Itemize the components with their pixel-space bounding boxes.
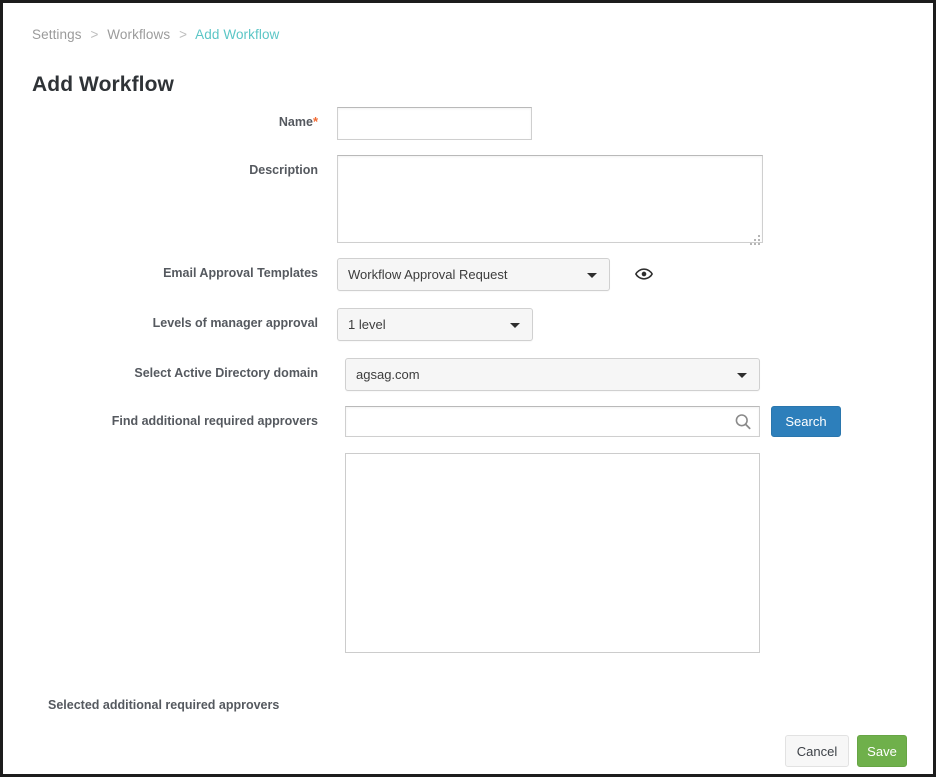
required-asterisk: * bbox=[313, 114, 318, 129]
email-approval-templates-label: Email Approval Templates bbox=[32, 258, 318, 281]
description-wrapper bbox=[337, 155, 763, 248]
breadcrumb: Settings > Workflows > Add Workflow bbox=[32, 27, 279, 42]
cancel-button[interactable]: Cancel bbox=[785, 735, 849, 767]
page-title: Add Workflow bbox=[32, 73, 174, 97]
active-directory-domain-value: agsag.com bbox=[356, 367, 420, 382]
description-textarea[interactable] bbox=[337, 155, 763, 243]
field-row-find-approvers: Find additional required approvers Searc… bbox=[32, 406, 862, 437]
field-row-levels-of-manager-approval: Levels of manager approval 1 level bbox=[32, 308, 592, 341]
name-label: Name* bbox=[32, 107, 318, 130]
find-approvers-input[interactable] bbox=[345, 406, 760, 437]
breadcrumb-item-settings[interactable]: Settings bbox=[32, 27, 82, 42]
levels-of-manager-approval-value: 1 level bbox=[348, 317, 386, 332]
field-row-description: Description bbox=[32, 155, 772, 248]
email-approval-templates-value: Workflow Approval Request bbox=[348, 267, 507, 282]
breadcrumb-item-add-workflow[interactable]: Add Workflow bbox=[195, 27, 279, 42]
name-label-text: Name bbox=[279, 115, 313, 129]
levels-of-manager-approval-select[interactable]: 1 level bbox=[337, 308, 533, 341]
chevron-down-icon bbox=[587, 273, 597, 278]
field-row-name: Name* bbox=[32, 107, 542, 140]
footer-actions: Cancel Save bbox=[785, 735, 907, 767]
field-row-email-approval-templates: Email Approval Templates Workflow Approv… bbox=[32, 258, 692, 291]
description-label: Description bbox=[32, 155, 318, 178]
active-directory-domain-label: Select Active Directory domain bbox=[32, 358, 318, 381]
preview-template-button[interactable] bbox=[635, 258, 653, 288]
chevron-down-icon bbox=[737, 373, 747, 378]
search-button[interactable]: Search bbox=[771, 406, 841, 437]
breadcrumb-separator: > bbox=[174, 27, 192, 42]
add-workflow-page: Settings > Workflows > Add Workflow Add … bbox=[0, 0, 936, 777]
field-row-active-directory-domain: Select Active Directory domain agsag.com bbox=[32, 358, 792, 391]
eye-icon bbox=[635, 265, 653, 283]
save-button[interactable]: Save bbox=[857, 735, 907, 767]
name-input[interactable] bbox=[337, 107, 532, 140]
search-input-wrapper bbox=[345, 406, 760, 437]
find-approvers-label: Find additional required approvers bbox=[32, 406, 318, 429]
levels-of-manager-approval-label: Levels of manager approval bbox=[32, 308, 318, 331]
active-directory-domain-select[interactable]: agsag.com bbox=[345, 358, 760, 391]
selected-approvers-label: Selected additional required approvers bbox=[48, 698, 279, 712]
chevron-down-icon bbox=[510, 323, 520, 328]
breadcrumb-separator: > bbox=[85, 27, 103, 42]
breadcrumb-item-workflows[interactable]: Workflows bbox=[107, 27, 170, 42]
approver-results-listbox[interactable] bbox=[345, 453, 760, 653]
email-approval-templates-select[interactable]: Workflow Approval Request bbox=[337, 258, 610, 291]
